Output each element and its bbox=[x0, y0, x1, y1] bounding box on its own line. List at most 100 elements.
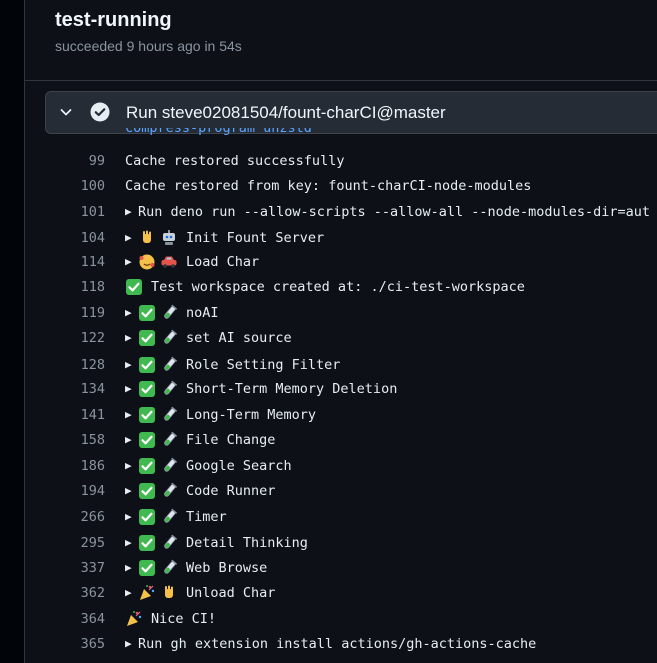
waving-hand-icon bbox=[138, 229, 156, 247]
log-line: 100 Cache restored from key: fount-charC… bbox=[25, 173, 657, 198]
log-line[interactable]: 295 ▶ Detail Thinking bbox=[25, 530, 657, 555]
log-text: Timer bbox=[186, 508, 227, 525]
test-tube-icon bbox=[160, 559, 178, 577]
waving-hand-icon bbox=[160, 584, 178, 602]
expand-triangle-icon[interactable]: ▶ bbox=[125, 255, 138, 268]
line-number[interactable]: 186 bbox=[25, 458, 105, 474]
left-sidebar-edge bbox=[0, 0, 25, 663]
log-text: Role Setting Filter bbox=[186, 356, 341, 373]
check-mark-button-icon bbox=[138, 482, 156, 500]
expand-triangle-icon[interactable]: ▶ bbox=[125, 484, 138, 497]
expand-triangle-icon[interactable]: ▶ bbox=[125, 536, 138, 549]
line-number[interactable]: 122 bbox=[25, 330, 105, 346]
log-line: 118 Test workspace created at: ./ci-test… bbox=[25, 274, 657, 299]
log-output: compress-program unzstd 99 Cache restore… bbox=[25, 124, 657, 663]
log-line: 364 Nice CI! bbox=[25, 606, 657, 631]
line-number[interactable]: 295 bbox=[25, 535, 105, 551]
test-tube-icon bbox=[160, 304, 178, 322]
log-line[interactable]: 365 ▶ Run gh extension install actions/g… bbox=[25, 631, 657, 656]
check-mark-button-icon bbox=[138, 304, 156, 322]
test-tube-icon bbox=[160, 329, 178, 347]
expand-triangle-icon[interactable]: ▶ bbox=[125, 433, 138, 446]
expand-triangle-icon[interactable]: ▶ bbox=[125, 637, 138, 650]
line-number[interactable]: 119 bbox=[25, 305, 105, 321]
test-tube-icon bbox=[160, 406, 178, 424]
log-line[interactable]: 101 ▶ Run deno run --allow-scripts --all… bbox=[25, 199, 657, 224]
job-log-panel: test-running succeeded 9 hours ago in 54… bbox=[25, 0, 657, 663]
party-popper-icon bbox=[125, 610, 143, 628]
log-line[interactable]: 119 ▶ noAI bbox=[25, 300, 657, 325]
log-text: Cache restored successfully bbox=[125, 152, 345, 169]
log-line[interactable]: 104 ▶ Init Fount Server bbox=[25, 225, 657, 250]
log-text: Google Search bbox=[186, 457, 292, 474]
job-title: test-running bbox=[55, 9, 172, 31]
log-line[interactable]: 337 ▶ Web Browse bbox=[25, 555, 657, 580]
check-mark-button-icon bbox=[138, 431, 156, 449]
check-circle-icon bbox=[90, 102, 110, 122]
line-number[interactable]: 118 bbox=[25, 279, 105, 295]
line-number[interactable]: 365 bbox=[25, 636, 105, 652]
expand-triangle-icon[interactable]: ▶ bbox=[125, 510, 138, 523]
log-text: Run gh extension install actions/gh-acti… bbox=[138, 635, 537, 652]
test-tube-icon bbox=[160, 508, 178, 526]
expand-triangle-icon[interactable]: ▶ bbox=[125, 331, 138, 344]
line-number[interactable]: 362 bbox=[25, 585, 105, 601]
test-tube-icon bbox=[160, 431, 178, 449]
log-line[interactable]: 128 ▶ Role Setting Filter bbox=[25, 352, 657, 377]
line-number[interactable]: 266 bbox=[25, 509, 105, 525]
log-line: 99 Cache restored successfully bbox=[25, 148, 657, 173]
log-text: set AI source bbox=[186, 329, 292, 346]
line-number[interactable]: 114 bbox=[25, 254, 105, 270]
expand-triangle-icon[interactable]: ▶ bbox=[125, 205, 138, 218]
line-number[interactable]: 337 bbox=[25, 560, 105, 576]
log-text: Web Browse bbox=[186, 559, 268, 576]
line-number[interactable]: 128 bbox=[25, 357, 105, 373]
check-mark-button-icon bbox=[138, 380, 156, 398]
line-number[interactable]: 194 bbox=[25, 483, 105, 499]
line-number[interactable]: 101 bbox=[25, 204, 105, 220]
test-tube-icon bbox=[160, 380, 178, 398]
log-line[interactable]: 158 ▶ File Change bbox=[25, 427, 657, 452]
log-line[interactable]: 114 ▶ Load Char bbox=[25, 249, 657, 274]
expand-triangle-icon[interactable]: ▶ bbox=[125, 231, 138, 244]
log-line[interactable]: 186 ▶ Google Search bbox=[25, 453, 657, 478]
check-mark-button-icon bbox=[138, 329, 156, 347]
expand-triangle-icon[interactable]: ▶ bbox=[125, 561, 138, 574]
log-line[interactable]: 122 ▶ set AI source bbox=[25, 325, 657, 350]
chevron-down-icon[interactable] bbox=[58, 104, 74, 120]
log-text: Unload Char bbox=[186, 584, 276, 601]
log-text: Long-Term Memory bbox=[186, 406, 317, 423]
expand-triangle-icon[interactable]: ▶ bbox=[125, 358, 138, 371]
test-tube-icon bbox=[160, 356, 178, 374]
line-number[interactable]: 364 bbox=[25, 611, 105, 627]
log-line[interactable]: 266 ▶ Timer bbox=[25, 504, 657, 529]
log-text: Init Fount Server bbox=[186, 229, 325, 246]
check-mark-button-icon bbox=[138, 508, 156, 526]
expand-triangle-icon[interactable]: ▶ bbox=[125, 306, 138, 319]
log-text: noAI bbox=[186, 304, 219, 321]
line-number[interactable]: 100 bbox=[25, 178, 105, 194]
check-mark-button-icon bbox=[138, 457, 156, 475]
party-popper-icon bbox=[138, 584, 156, 602]
log-partial-line: compress-program unzstd bbox=[125, 128, 312, 136]
line-number[interactable]: 141 bbox=[25, 407, 105, 423]
line-number[interactable]: 99 bbox=[25, 153, 105, 169]
expand-triangle-icon[interactable]: ▶ bbox=[125, 459, 138, 472]
log-line[interactable]: 134 ▶ Short-Term Memory Deletion bbox=[25, 376, 657, 401]
log-text: Code Runner bbox=[186, 482, 276, 499]
job-header: test-running succeeded 9 hours ago in 54… bbox=[25, 0, 657, 81]
log-line[interactable]: 194 ▶ Code Runner bbox=[25, 478, 657, 503]
line-number[interactable]: 158 bbox=[25, 432, 105, 448]
line-number[interactable]: 104 bbox=[25, 230, 105, 246]
log-line[interactable]: 141 ▶ Long-Term Memory bbox=[25, 402, 657, 427]
check-mark-button-icon bbox=[138, 534, 156, 552]
expand-triangle-icon[interactable]: ▶ bbox=[125, 382, 138, 395]
expand-triangle-icon[interactable]: ▶ bbox=[125, 586, 138, 599]
expand-triangle-icon[interactable]: ▶ bbox=[125, 408, 138, 421]
log-line[interactable]: 362 ▶ Unload Char bbox=[25, 580, 657, 605]
log-text: Load Char bbox=[186, 253, 260, 270]
log-text: Short-Term Memory Deletion bbox=[186, 380, 398, 397]
line-number[interactable]: 134 bbox=[25, 381, 105, 397]
job-status: succeeded 9 hours ago in 54s bbox=[55, 38, 242, 54]
log-text: Run deno run --allow-scripts --allow-all… bbox=[138, 203, 651, 220]
